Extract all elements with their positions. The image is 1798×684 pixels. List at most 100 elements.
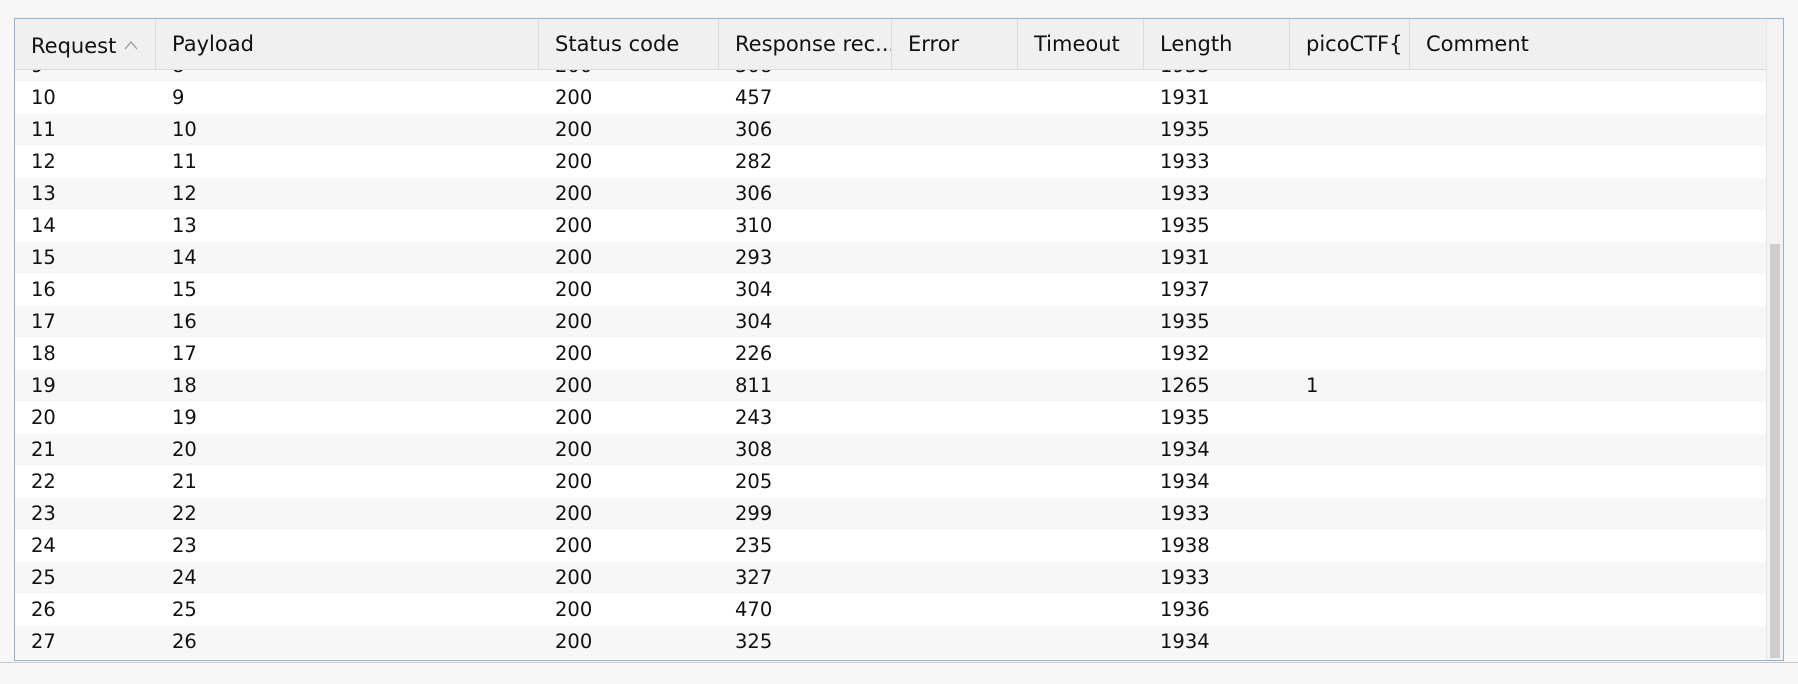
table-row[interactable]: 13 12 200 306 1933 <box>15 178 1767 210</box>
table-row[interactable]: 25 24 200 327 1933 <box>15 562 1767 594</box>
cell-picoctf <box>1290 626 1410 658</box>
cell-request: 22 <box>31 470 56 493</box>
column-header-label: Payload <box>172 32 254 56</box>
vertical-scrollbar[interactable] <box>1766 19 1783 660</box>
scrollbar-thumb[interactable] <box>1770 244 1780 658</box>
column-header-payload[interactable]: Payload <box>156 19 539 69</box>
cell-comment <box>1410 530 1767 562</box>
cell-length: 1933 <box>1160 502 1210 525</box>
cell-payload: 9 <box>172 86 185 109</box>
table-row[interactable]: 24 23 200 235 1938 <box>15 530 1767 562</box>
table-row[interactable]: 26 25 200 470 1936 <box>15 594 1767 626</box>
table-row[interactable]: 19 18 200 811 1265 1 <box>15 370 1767 402</box>
cell-length: 1933 <box>1160 182 1210 205</box>
cell-request: 12 <box>31 150 56 173</box>
cell-picoctf <box>1290 70 1410 82</box>
cell-length: 1935 <box>1160 118 1210 141</box>
cell-status-code: 200 <box>555 310 593 333</box>
cell-timeout <box>1018 306 1144 338</box>
cell-status-code: 200 <box>555 342 593 365</box>
column-header-comment[interactable]: Comment <box>1410 19 1767 69</box>
cell-payload: 19 <box>172 406 197 429</box>
table-row[interactable]: 16 15 200 304 1937 <box>15 274 1767 306</box>
cell-response-received: 299 <box>735 502 773 525</box>
cell-request: 10 <box>31 86 56 109</box>
cell-response-received: 308 <box>735 438 773 461</box>
cell-response-received: 205 <box>735 470 773 493</box>
cell-status-code: 200 <box>555 598 593 621</box>
table-row[interactable]: 22 21 200 205 1934 <box>15 466 1767 498</box>
cell-response-received: 306 <box>735 182 773 205</box>
cell-error <box>892 370 1018 402</box>
table-row[interactable]: 21 20 200 308 1934 <box>15 434 1767 466</box>
table-row[interactable]: 98200308 1933 <box>15 70 1767 82</box>
cell-picoctf <box>1290 274 1410 306</box>
cell-timeout <box>1018 242 1144 274</box>
column-header-request[interactable]: Request <box>15 19 156 69</box>
cell-length: 1934 <box>1160 470 1210 493</box>
column-header-status-code[interactable]: Status code <box>539 19 719 69</box>
cell-timeout <box>1018 498 1144 530</box>
cell-status-code: 200 <box>555 118 593 141</box>
cell-length: 1933 <box>1144 70 1290 82</box>
cell-length: 1935 <box>1160 214 1210 237</box>
column-header-timeout[interactable]: Timeout <box>1018 19 1144 69</box>
cell-response-received: 325 <box>735 630 773 653</box>
cell-length: 1933 <box>1160 150 1210 173</box>
cell-error <box>892 594 1018 626</box>
cell-status-code: 200 <box>555 374 593 397</box>
cell-picoctf <box>1290 498 1410 530</box>
table-row[interactable]: 12 11 200 282 1933 <box>15 146 1767 178</box>
cell-timeout <box>1018 178 1144 210</box>
cell-response-received: 235 <box>735 534 773 557</box>
cell-picoctf <box>1290 402 1410 434</box>
results-table: Request Payload Status code Response rec… <box>14 18 1784 661</box>
table-row[interactable]: 11 10 200 306 1935 <box>15 114 1767 146</box>
cell-timeout <box>1018 70 1144 82</box>
table-row[interactable]: 14 13 200 310 1935 <box>15 210 1767 242</box>
table-row[interactable]: 10 9 200 457 1931 <box>15 82 1767 114</box>
cell-timeout <box>1018 434 1144 466</box>
cell-request: 18 <box>31 342 56 365</box>
cell-response-received: 470 <box>735 598 773 621</box>
column-header-label: Request <box>31 34 117 58</box>
cell-payload: 15 <box>172 278 197 301</box>
column-header-label: Timeout <box>1034 32 1120 56</box>
cell-status-code: 200 <box>555 502 593 525</box>
cell-payload: 8 <box>156 70 539 82</box>
table-row[interactable]: 18 17 200 226 1932 <box>15 338 1767 370</box>
table-row[interactable]: 15 14 200 293 1931 <box>15 242 1767 274</box>
column-header-length[interactable]: Length <box>1144 19 1290 69</box>
column-header-picoctf[interactable]: picoCTF{ <box>1290 19 1410 69</box>
table-row[interactable]: 20 19 200 243 1935 <box>15 402 1767 434</box>
cell-response-received: 304 <box>735 310 773 333</box>
cell-request: 17 <box>31 310 56 333</box>
cell-length: 1938 <box>1160 534 1210 557</box>
cell-status-code: 200 <box>555 86 593 109</box>
cell-request: 26 <box>31 598 56 621</box>
cell-comment <box>1410 626 1767 658</box>
cell-error <box>892 82 1018 114</box>
table-body: 9820030819331092004571931111020030619351… <box>15 70 1767 660</box>
cell-request: 13 <box>31 182 56 205</box>
cell-response-received: 308 <box>719 70 892 82</box>
cell-length: 1931 <box>1160 86 1210 109</box>
column-header-response-received[interactable]: Response rec... <box>719 19 892 69</box>
cell-error <box>892 562 1018 594</box>
cell-comment <box>1410 338 1767 370</box>
cell-status-code: 200 <box>555 406 593 429</box>
table-row[interactable]: 17 16 200 304 1935 <box>15 306 1767 338</box>
cell-picoctf <box>1290 178 1410 210</box>
cell-timeout <box>1018 594 1144 626</box>
cell-payload: 25 <box>172 598 197 621</box>
cell-comment <box>1410 306 1767 338</box>
cell-error <box>892 178 1018 210</box>
cell-timeout <box>1018 466 1144 498</box>
cell-response-received: 310 <box>735 214 773 237</box>
cell-comment <box>1410 242 1767 274</box>
table-row[interactable]: 27 26 200 325 1934 <box>15 626 1767 658</box>
table-row[interactable]: 23 22 200 299 1933 <box>15 498 1767 530</box>
column-header-error[interactable]: Error <box>892 19 1018 69</box>
cell-status-code: 200 <box>555 566 593 589</box>
cell-status-code: 200 <box>555 278 593 301</box>
